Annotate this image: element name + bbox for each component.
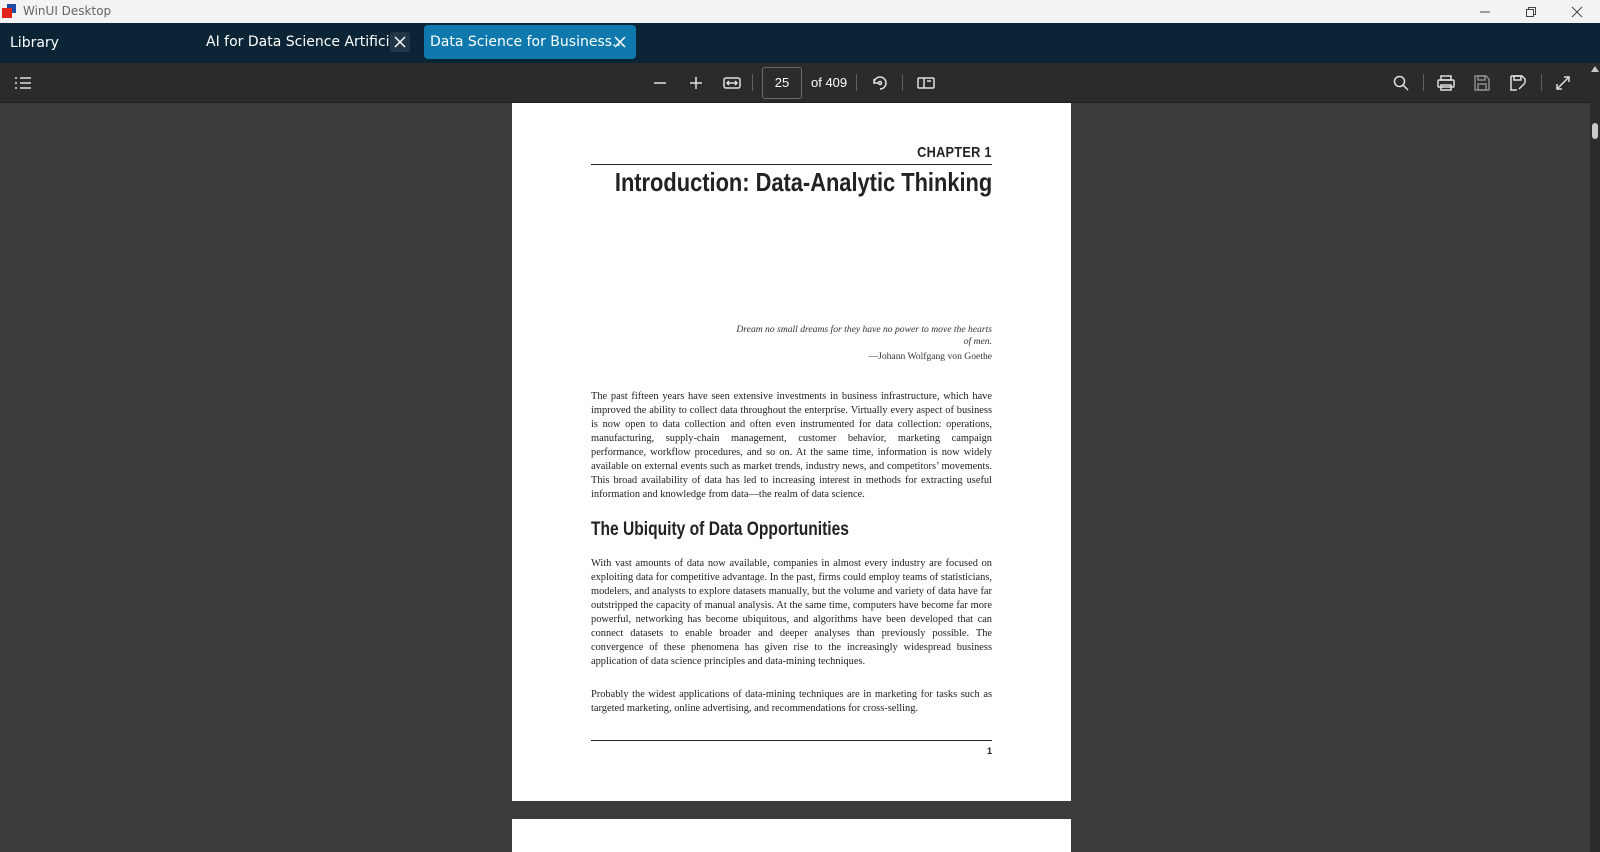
fit-width-icon[interactable] [720,71,744,95]
epigraph: Dream no small dreams for they have no p… [736,324,992,347]
paragraph-2: With vast amounts of data now available,… [591,558,992,667]
close-icon [614,36,626,48]
document-viewer[interactable]: CHAPTER 1 Introduction: Data-Analytic Th… [0,103,1590,852]
close-icon [1571,6,1583,17]
rotate-icon[interactable] [868,71,892,95]
pdf-page: CHAPTER 1 Introduction: Data-Analytic Th… [512,103,1071,801]
minimize-button[interactable] [1462,0,1508,23]
restore-icon [1526,6,1536,17]
footer-rule [591,740,992,741]
paragraph-3: Probably the widest applications of data… [591,689,992,714]
epigraph-attribution: —Johann Wolfgang von Goethe [868,351,992,362]
pdf-toolbar: 25 of 409 [0,63,1600,103]
chapter-label: CHAPTER 1 [917,144,992,161]
tab-bar: Library AI for Data Science Artificia...… [0,23,1600,63]
chapter-title: Introduction: Data-Analytic Thinking [614,167,992,197]
close-window-button[interactable] [1554,0,1600,23]
separator [856,74,857,91]
next-pdf-page [512,819,1071,852]
tab-close-button[interactable] [390,32,410,52]
tab-label: Data Science for Business... [430,34,626,50]
window-title: WinUI Desktop [23,4,112,18]
scroll-up-icon[interactable] [1591,66,1599,72]
app-icon [2,4,16,18]
page-total: of 409 [811,75,848,90]
section-heading: The Ubiquity of Data Opportunities [591,519,849,540]
page-number: 1 [986,746,992,756]
chapter-rule [591,164,992,165]
separator [752,74,753,91]
title-bar: WinUI Desktop [0,0,1600,23]
tab-ai-for-data-science[interactable]: AI for Data Science Artificia... [206,25,412,59]
save-as-icon[interactable] [1506,71,1530,95]
tab-data-science-for-business[interactable]: Data Science for Business... [424,25,636,59]
fullscreen-icon[interactable] [1551,71,1575,95]
tab-label: AI for Data Science Artificia... [206,34,412,50]
page-layout-icon[interactable] [914,71,938,95]
separator [1541,74,1542,91]
scrollbar-thumb[interactable] [1592,123,1598,139]
save-icon[interactable] [1470,71,1494,95]
minimize-icon [1480,11,1490,12]
separator [1423,74,1424,91]
tab-close-button[interactable] [610,32,630,52]
zoom-out-icon[interactable] [648,71,672,95]
toc-list-icon[interactable] [11,71,35,95]
library-tab[interactable]: Library [10,35,59,51]
page-number-input[interactable]: 25 [762,67,802,99]
print-icon[interactable] [1434,71,1458,95]
paragraph-1: The past fifteen years have seen extensi… [591,391,992,500]
search-icon[interactable] [1389,71,1413,95]
zoom-in-icon[interactable] [684,71,708,95]
vertical-scrollbar[interactable] [1590,63,1600,852]
restore-button[interactable] [1508,0,1554,23]
close-icon [394,36,406,48]
separator [902,74,903,91]
